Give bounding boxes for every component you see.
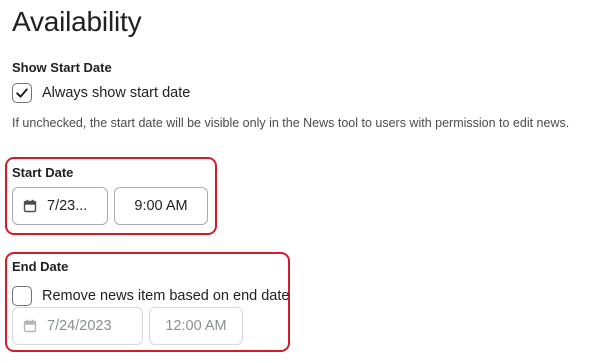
always-show-start-date-checkbox[interactable] — [12, 83, 32, 103]
show-start-date-label: Show Start Date — [12, 60, 112, 75]
end-time-input[interactable]: 12:00 AM — [149, 307, 243, 345]
start-date-value: 7/23... — [47, 198, 88, 214]
end-date-input[interactable]: 7/24/2023 — [12, 307, 143, 345]
start-date-help-text: If unchecked, the start date will be vis… — [12, 116, 570, 130]
page-title: Availability — [12, 6, 142, 37]
start-date-label: Start Date — [12, 165, 74, 180]
start-time-input[interactable]: 9:00 AM — [114, 187, 208, 225]
end-date-value: 7/24/2023 — [47, 318, 112, 334]
start-date-input[interactable]: 7/23... — [12, 187, 108, 225]
remove-news-item-checkbox[interactable] — [12, 286, 32, 306]
remove-news-item-option[interactable]: Remove news item based on end date — [12, 286, 289, 306]
always-show-start-date-option[interactable]: Always show start date — [12, 83, 190, 103]
end-date-label: End Date — [12, 259, 69, 274]
calendar-icon — [23, 319, 37, 333]
remove-news-item-label: Remove news item based on end date — [42, 288, 290, 304]
start-time-value: 9:00 AM — [134, 198, 188, 214]
always-show-start-date-label: Always show start date — [42, 85, 191, 101]
calendar-icon — [23, 199, 37, 213]
end-time-value: 12:00 AM — [165, 318, 227, 334]
checkmark-icon — [16, 88, 28, 98]
